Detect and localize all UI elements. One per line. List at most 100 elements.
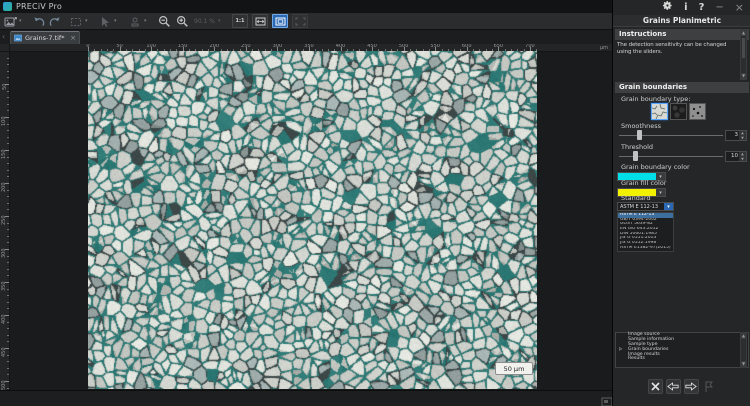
minimize-icon[interactable]: − — [715, 1, 723, 15]
ruler-corner[interactable] — [0, 44, 10, 52]
ruler-label: 300 — [3, 249, 8, 259]
ruler-label: 150 — [178, 44, 188, 49]
ruler-tick — [7, 368, 9, 369]
app-title: PRECiV Pro — [16, 2, 62, 11]
ruler-tick — [7, 130, 9, 131]
ruler-tick — [7, 361, 9, 362]
ruler-tick — [7, 64, 9, 65]
finish-button[interactable] — [702, 379, 717, 394]
threshold-label: Threshold — [621, 144, 653, 151]
ruler-tick — [7, 97, 9, 98]
ruler-label: 350 — [304, 44, 314, 49]
instructions-header[interactable]: Instructions — [615, 29, 749, 40]
grain-boundary-type-label: Grain boundary type: — [621, 96, 690, 103]
scroll-down-icon[interactable]: ▼ — [741, 361, 746, 367]
ruler-tick — [7, 170, 9, 171]
next-step-button[interactable] — [684, 379, 699, 394]
ruler-label: 50 — [3, 84, 8, 90]
window-controls: i ? − × — [662, 0, 744, 16]
ruler-tick — [7, 341, 9, 342]
smoothness-value: 3 — [726, 131, 739, 140]
zoom-out-button[interactable] — [158, 15, 171, 28]
roi-select-button[interactable] — [70, 15, 82, 28]
ruler-tick — [7, 196, 9, 197]
ruler-tick — [7, 223, 9, 224]
grain-boundaries-header[interactable]: Grain boundaries — [615, 82, 749, 93]
chevron-down-icon[interactable]: ▾ — [656, 189, 665, 196]
ruler-unit-label: µm — [600, 45, 608, 51]
chevron-down-icon[interactable]: ▾ — [85, 15, 88, 28]
scroll-up-icon[interactable]: ▲ — [741, 333, 746, 339]
ruler-label: 200 — [3, 183, 8, 193]
slider-track[interactable] — [619, 135, 723, 136]
cancel-button[interactable] — [648, 379, 663, 394]
ruler-tick — [7, 308, 9, 309]
smoothness-spinbox[interactable]: 3 ▲▼ — [725, 130, 747, 141]
close-icon[interactable]: × — [735, 1, 744, 15]
steps-scrollbar[interactable]: ▲ ▼ — [740, 332, 747, 368]
slider-handle[interactable] — [633, 151, 638, 161]
redo-button[interactable] — [49, 15, 61, 28]
info-icon[interactable]: i — [684, 1, 687, 15]
ruler-label: 100 — [3, 117, 8, 127]
status-bar — [0, 390, 612, 406]
ruler-tick — [7, 163, 9, 164]
fit-to-screen-button[interactable] — [272, 14, 288, 28]
ruler-tick — [7, 71, 9, 72]
slider-track[interactable] — [619, 156, 723, 157]
panel-title: Grains Planimetric — [613, 15, 750, 27]
chevron-down-icon[interactable]: ▾ — [144, 15, 147, 28]
spinner-down-icon[interactable]: ▼ — [739, 136, 746, 141]
scroll-down-icon[interactable]: ▼ — [741, 73, 746, 79]
instructions-scrollbar[interactable]: ▲ ▼ — [740, 29, 747, 80]
help-icon[interactable]: ? — [699, 1, 705, 15]
tab-scroll-left-icon[interactable]: ‹ — [2, 32, 5, 42]
tab-close-icon[interactable]: × — [70, 33, 76, 44]
grain-type-light-button[interactable] — [651, 103, 668, 120]
threshold-spinbox[interactable]: 10 ▲▼ — [725, 151, 747, 162]
zoom-level-select[interactable]: 90.1 % ▾ — [194, 15, 220, 28]
standard-options-list: ASTM E 112-13GB/T 6394-2002GOST 5639-82E… — [617, 212, 674, 252]
spinner-arrows: ▲▼ — [739, 131, 746, 140]
grain-type-particles-button[interactable] — [689, 103, 706, 120]
vertical-ruler: 50100150200250300350400450500 — [0, 52, 10, 390]
spinner-down-icon[interactable]: ▼ — [739, 157, 746, 162]
standard-option[interactable]: ASTM E1382-97(2015) — [618, 246, 673, 251]
workflow-step-label: Results — [628, 356, 645, 361]
ruler-label: 700 — [525, 44, 535, 49]
wizard-buttons — [613, 379, 750, 399]
chevron-down-icon[interactable]: ▾ — [664, 203, 673, 210]
zoom-in-button[interactable] — [176, 15, 189, 28]
chevron-down-icon[interactable]: ▾ — [19, 15, 22, 28]
app-window: PRECiV Pro i ? − × ▾ ▾ ▾ ▾ — [0, 0, 750, 406]
workflow-step-results[interactable]: Results — [616, 357, 748, 362]
previous-step-button[interactable] — [666, 379, 681, 394]
scroll-up-icon[interactable]: ▲ — [741, 30, 746, 36]
scrollbar-thumb[interactable] — [742, 38, 745, 58]
zoom-100-button[interactable]: 1:1 — [232, 14, 248, 28]
grain-type-dark-button[interactable] — [670, 103, 687, 120]
pointer-tool-button[interactable] — [100, 15, 111, 28]
grain-boundary-color-label: Grain boundary color — [621, 164, 690, 171]
ruler-tick — [7, 190, 9, 191]
settings-gear-icon[interactable] — [662, 0, 673, 16]
chevron-down-icon: ▾ — [218, 15, 221, 28]
micrograph-image[interactable] — [88, 51, 537, 389]
annotation-tool-button[interactable] — [129, 15, 141, 28]
ruler-tick — [7, 124, 9, 125]
chevron-down-icon[interactable]: ▾ — [114, 15, 117, 28]
undo-button[interactable] — [33, 15, 45, 28]
fit-width-button[interactable] — [252, 14, 268, 28]
tab-grains-7[interactable]: Grains-7.tif* × — [10, 31, 80, 44]
fullscreen-button[interactable] — [292, 14, 308, 28]
ruler-label: 300 — [273, 44, 283, 49]
toolbar: ▾ ▾ ▾ ▾ 90.1 % ▾ 1:1 — [0, 13, 612, 30]
open-image-button[interactable] — [4, 15, 17, 28]
slider-handle[interactable] — [637, 130, 642, 140]
ruler-tick — [7, 275, 9, 276]
standard-select[interactable]: ASTM E 112-13 ▾ — [617, 202, 674, 211]
ruler-label: 250 — [3, 216, 8, 226]
ruler-tick — [7, 328, 9, 329]
ruler-tick — [7, 137, 9, 138]
ruler-tick — [7, 355, 9, 356]
